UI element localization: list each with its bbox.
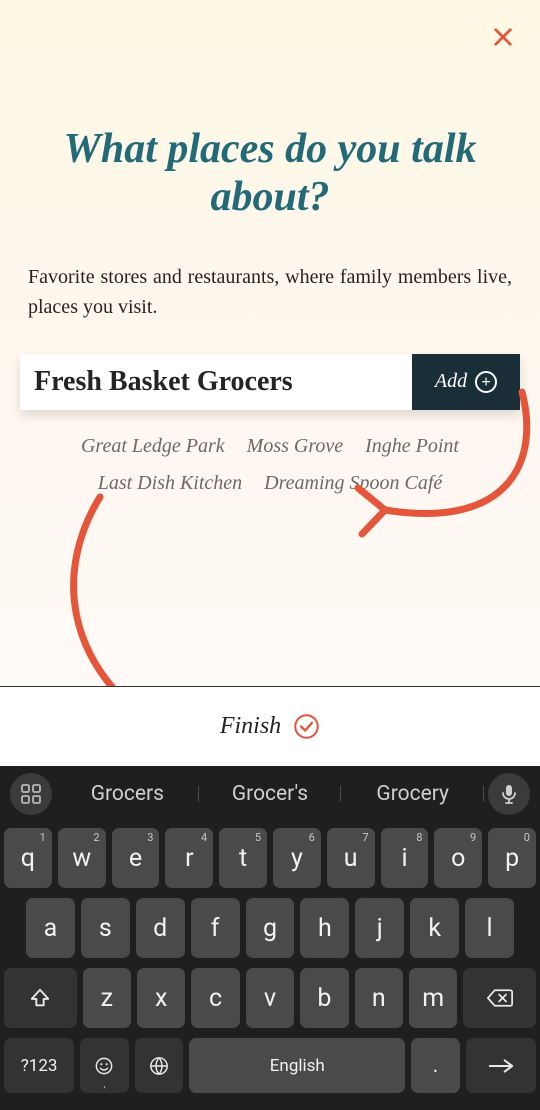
plus-circle-icon: + <box>475 371 497 393</box>
tutorial-arrows <box>0 0 540 686</box>
key-g[interactable]: g <box>246 898 295 958</box>
keyboard-row-1: q1w2e3r4t5y6u7i8o9p0 <box>4 828 536 888</box>
key-o[interactable]: o9 <box>434 828 482 888</box>
emoji-icon <box>95 1057 113 1075</box>
close-button[interactable] <box>488 22 518 52</box>
key-p[interactable]: p0 <box>488 828 536 888</box>
soft-keyboard: Grocers Grocer's Grocery q1w2e3r4t5y6u7i… <box>0 766 540 1110</box>
page-heading: What places do you talk about? <box>20 125 520 222</box>
key-r[interactable]: r4 <box>165 828 213 888</box>
emoji-key[interactable]: , <box>80 1038 129 1093</box>
arrow-right-icon <box>488 1058 514 1074</box>
key-a[interactable]: a <box>26 898 75 958</box>
place-input-row: Add + <box>20 354 520 410</box>
finish-button[interactable]: Finish <box>0 686 540 766</box>
suggestion-item[interactable]: Last Dish Kitchen <box>98 472 242 495</box>
suggestion-item[interactable]: Great Ledge Park <box>81 435 225 458</box>
close-icon <box>492 26 514 48</box>
key-s[interactable]: s <box>81 898 130 958</box>
keyboard-row-3: zxcvbnm <box>4 968 536 1028</box>
suggestion-item[interactable]: Moss Grove <box>247 435 343 458</box>
keyboard-suggestion-bar: Grocers Grocer's Grocery <box>0 766 540 822</box>
key-c[interactable]: c <box>191 968 239 1028</box>
keyboard-mic-button[interactable] <box>488 773 530 815</box>
key-b[interactable]: b <box>300 968 348 1028</box>
key-u[interactable]: u7 <box>327 828 375 888</box>
key-m[interactable]: m <box>409 968 457 1028</box>
language-key[interactable] <box>135 1038 184 1093</box>
mic-icon <box>500 784 518 804</box>
suggestions-list: Great Ledge Park Moss Grove Inghe Point … <box>20 435 520 495</box>
page-subheading: Favorite stores and restaurants, where f… <box>20 262 520 322</box>
period-key[interactable]: . <box>411 1038 460 1093</box>
enter-key[interactable] <box>466 1038 536 1093</box>
grid-icon <box>21 784 41 804</box>
key-k[interactable]: k <box>410 898 459 958</box>
keyboard-apps-button[interactable] <box>10 773 52 815</box>
key-d[interactable]: d <box>136 898 185 958</box>
keyboard-suggestion[interactable]: Grocer's <box>199 782 342 806</box>
key-w[interactable]: w2 <box>58 828 106 888</box>
globe-icon <box>149 1056 169 1076</box>
key-l[interactable]: l <box>465 898 514 958</box>
add-button[interactable]: Add + <box>412 354 520 410</box>
backspace-key[interactable] <box>463 968 536 1028</box>
key-j[interactable]: j <box>355 898 404 958</box>
key-q[interactable]: q1 <box>4 828 52 888</box>
finish-label: Finish <box>220 713 281 740</box>
suggestion-item[interactable]: Inghe Point <box>365 435 459 458</box>
key-n[interactable]: n <box>355 968 403 1028</box>
space-key[interactable]: English <box>189 1038 405 1093</box>
suggestion-item[interactable]: Dreaming Spoon Café <box>264 472 442 495</box>
place-input[interactable] <box>20 354 412 410</box>
key-x[interactable]: x <box>137 968 185 1028</box>
key-z[interactable]: z <box>83 968 131 1028</box>
key-e[interactable]: e3 <box>112 828 160 888</box>
key-h[interactable]: h <box>300 898 349 958</box>
key-v[interactable]: v <box>246 968 294 1028</box>
backspace-icon <box>487 988 513 1008</box>
shift-icon <box>29 987 51 1009</box>
keyboard-row-2: asdfghjkl <box>4 898 536 958</box>
key-f[interactable]: f <box>191 898 240 958</box>
key-t[interactable]: t5 <box>219 828 267 888</box>
add-button-label: Add <box>435 370 467 393</box>
keyboard-suggestion[interactable]: Grocers <box>56 782 199 806</box>
keyboard-row-4: ?123 , English . <box>4 1038 536 1093</box>
keyboard-suggestion[interactable]: Grocery <box>341 782 484 806</box>
symbols-key[interactable]: ?123 <box>4 1038 74 1093</box>
key-i[interactable]: i8 <box>381 828 429 888</box>
key-y[interactable]: y6 <box>273 828 321 888</box>
check-circle-icon <box>293 713 320 740</box>
shift-key[interactable] <box>4 968 77 1028</box>
